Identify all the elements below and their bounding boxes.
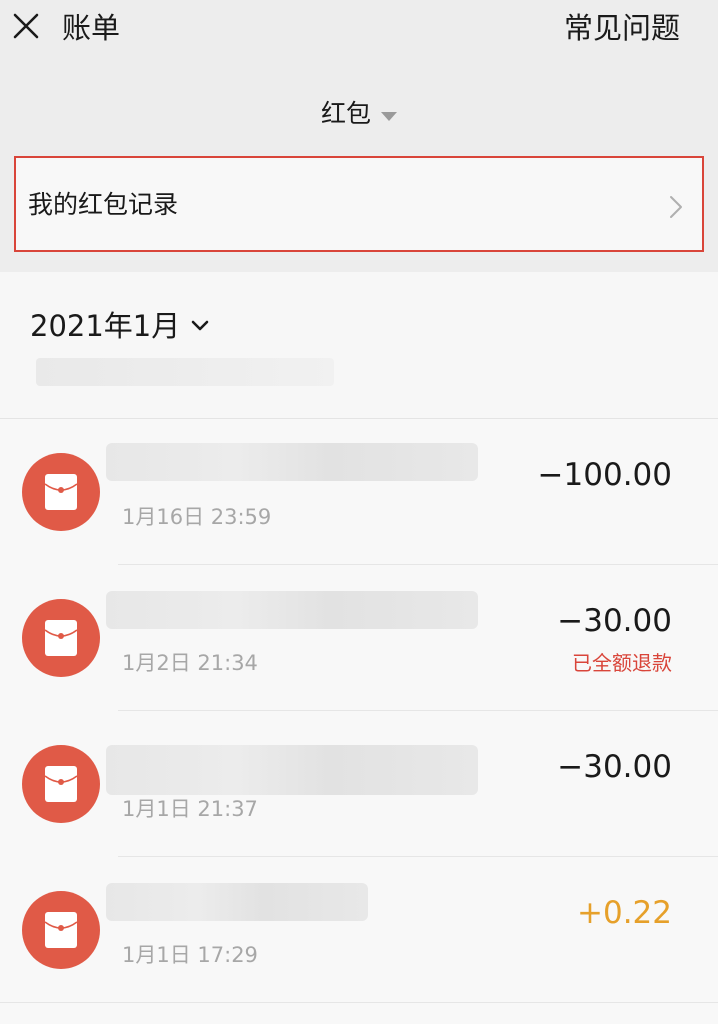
transaction-row[interactable]: 1月1日 17:29 +0.22 [0, 857, 718, 1003]
top-bar: 账单 常见问题 [0, 0, 718, 60]
red-packet-icon [22, 599, 100, 677]
page-title: 账单 [62, 11, 121, 45]
transaction-amount: −30.00 [557, 749, 672, 785]
close-icon[interactable] [10, 10, 42, 42]
month-header: 2021年1月 [0, 272, 718, 418]
counterparty-name-redacted [106, 745, 478, 795]
red-packet-records-row[interactable]: 我的红包记录 [14, 156, 704, 252]
red-packet-icon [22, 453, 100, 531]
red-packet-icon [22, 745, 100, 823]
divider [0, 1002, 718, 1003]
transaction-row[interactable]: 1月16日 23:59 −100.00 [0, 419, 718, 565]
month-summary-redacted [36, 358, 334, 386]
month-selector[interactable]: 2021年1月 [30, 306, 180, 346]
red-packet-icon [22, 891, 100, 969]
transaction-row[interactable]: 1月2日 21:34 −30.00 已全额退款 [0, 565, 718, 711]
transaction-time: 1月1日 21:37 [122, 797, 258, 821]
faq-link[interactable]: 常见问题 [564, 8, 680, 48]
transaction-amount: −30.00 [557, 603, 672, 639]
transaction-time: 1月1日 17:29 [122, 943, 258, 967]
category-filter[interactable]: 红包 [0, 94, 718, 134]
counterparty-name-redacted [106, 443, 478, 481]
triangle-down-icon [381, 111, 397, 121]
chevron-right-icon [670, 196, 682, 218]
records-row-label: 我的红包记录 [28, 190, 179, 219]
transaction-time: 1月16日 23:59 [122, 505, 272, 529]
chevron-down-icon[interactable] [190, 318, 210, 334]
transaction-row[interactable]: 1月1日 21:37 −30.00 [0, 711, 718, 857]
filter-label: 红包 [320, 99, 371, 128]
refund-status: 已全额退款 [572, 651, 672, 675]
transaction-amount: −100.00 [537, 457, 672, 493]
transaction-list: 1月16日 23:59 −100.00 1月2日 21:34 −30.00 已全… [0, 419, 718, 1024]
counterparty-name-redacted [106, 591, 478, 629]
transaction-amount: +0.22 [577, 895, 672, 931]
counterparty-name-redacted [106, 883, 368, 921]
transaction-time: 1月2日 21:34 [122, 651, 258, 675]
